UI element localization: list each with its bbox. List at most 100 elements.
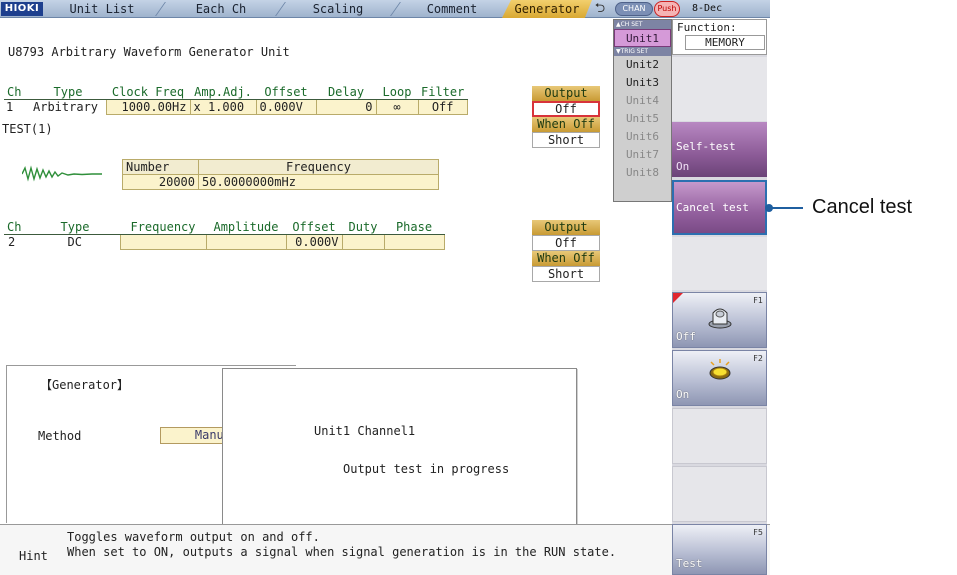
f3-blank-key: [672, 408, 767, 464]
col-duty: Duty: [342, 220, 384, 235]
f1-off-button[interactable]: F1 Off: [672, 292, 767, 348]
hint-label: Hint: [19, 549, 48, 563]
function-value: MEMORY: [685, 35, 765, 50]
unit-item-3[interactable]: Unit3: [614, 74, 671, 92]
ch2-frequency[interactable]: [119, 234, 207, 250]
self-test-label: Self-test: [676, 140, 736, 153]
lamp-off-icon: [708, 308, 732, 329]
waveform-icon: [22, 165, 102, 182]
ch2-amplitude[interactable]: [205, 234, 287, 250]
push-button[interactable]: Push: [654, 1, 680, 17]
ch1-sub-table: Number Frequency 20000 50.0000000mHz: [122, 159, 439, 190]
col-type: Type: [30, 220, 120, 235]
ch1-loop[interactable]: ∞: [375, 99, 419, 115]
output-test-dialog: Unit1 Channel1 Output test in progress: [222, 368, 577, 525]
f5-number: F5: [753, 528, 763, 537]
f2-on-button[interactable]: F2 On: [672, 350, 767, 406]
col-type: Type: [30, 85, 106, 100]
tab-unit-list[interactable]: Unit List: [46, 0, 158, 18]
col-filter: Filter: [418, 85, 468, 100]
col-amp-adj: Amp.Adj.: [190, 85, 256, 100]
tab-generator[interactable]: Generator: [502, 0, 592, 18]
col-ch: Ch: [4, 220, 30, 235]
hint-bar: Hint Toggles waveform output on and off.…: [0, 524, 770, 575]
unit-item-4[interactable]: Unit4: [614, 92, 671, 110]
ch2-ch: 2: [4, 234, 30, 250]
unit-item-6[interactable]: Unit6: [614, 128, 671, 146]
ch2-output-value[interactable]: Off: [532, 235, 600, 251]
col-amplitude: Amplitude: [206, 220, 286, 235]
ch1-when-off-label: When Off: [532, 117, 600, 132]
ch1-ch: 1: [4, 99, 30, 115]
ch1-output-label: Output: [532, 86, 600, 101]
f1-label: Off: [676, 330, 696, 343]
ch2-offset[interactable]: 0.000V: [285, 234, 343, 250]
lamp-on-icon: [709, 359, 731, 380]
unit-item-5[interactable]: Unit5: [614, 110, 671, 128]
ch2-phase[interactable]: [383, 234, 445, 250]
col-offset: Offset: [256, 85, 316, 100]
f2-number: F2: [753, 354, 763, 363]
ch1-output-block: Output Off When Off Short: [532, 86, 600, 148]
cancel-test-label: Cancel test: [676, 201, 749, 214]
ch2-output-label: Output: [532, 220, 600, 235]
ch1-number[interactable]: 20000: [122, 174, 199, 190]
ch1-amp-adj[interactable]: x 1.000: [189, 99, 257, 115]
col-offset: Offset: [286, 220, 342, 235]
unit-title: U8793 Arbitrary Waveform Generator Unit: [8, 45, 290, 59]
generator-title: 【Generator】: [36, 376, 134, 393]
chan-button[interactable]: CHAN: [615, 2, 653, 16]
ch1-when-off-value[interactable]: Short: [532, 132, 600, 148]
hint-line-1: Toggles waveform output on and off.: [67, 530, 320, 544]
ch1-table: Ch Type Clock Freq Amp.Adj. Offset Delay…: [4, 85, 468, 115]
f5-label: Test: [676, 557, 703, 570]
ch1-waveform-file: TEST(1): [2, 122, 53, 136]
ch1-output-value[interactable]: Off: [532, 101, 600, 117]
col-ch: Ch: [4, 85, 30, 100]
ch2-when-off-value[interactable]: Short: [532, 266, 600, 282]
unit-list-dropdown: ▲CH SET Unit1 ▼TRIG SET Unit2 Unit3 Unit…: [613, 19, 672, 202]
ch1-clock-freq[interactable]: 1000.00Hz: [105, 99, 191, 115]
col-clock-freq: Clock Freq: [106, 85, 190, 100]
ch2-type[interactable]: DC: [30, 234, 120, 250]
callout-label: Cancel test: [812, 196, 913, 218]
ch-set-caption: ▲CH SET: [614, 20, 671, 29]
hint-line-2: When set to ON, outputs a signal when si…: [67, 545, 617, 559]
dialog-status-text: Output test in progress: [343, 462, 510, 476]
tab-scaling[interactable]: Scaling: [284, 0, 392, 18]
tab-each-ch[interactable]: Each Ch: [165, 0, 277, 18]
self-test-key[interactable]: Self-test On: [672, 122, 767, 177]
unit-item-7[interactable]: Unit7: [614, 146, 671, 164]
f2-label: On: [676, 388, 690, 401]
cancel-test-button[interactable]: Cancel test: [672, 180, 767, 235]
f1-number: F1: [753, 296, 763, 305]
ch2-duty[interactable]: [341, 234, 385, 250]
col-phase: Phase: [384, 220, 444, 235]
ch2-table: Ch Type Frequency Amplitude Offset Duty …: [4, 220, 445, 250]
unit-item-2[interactable]: Unit2: [614, 56, 671, 74]
fkey-blank: [672, 237, 767, 290]
unit-item-1[interactable]: Unit1: [614, 29, 671, 47]
function-label: Function:: [677, 21, 737, 34]
self-test-state: On: [676, 160, 690, 173]
ch1-frequency[interactable]: 50.0000000mHz: [198, 174, 439, 190]
trig-set-caption: ▼TRIG SET: [614, 47, 671, 56]
ch1-offset[interactable]: 0.000V: [255, 99, 317, 115]
ch2-output-block: Output Off When Off Short: [532, 220, 600, 282]
ch1-filter[interactable]: Off: [417, 99, 468, 115]
ch1-delay[interactable]: 0: [315, 99, 377, 115]
ch1-type[interactable]: Arbitrary: [30, 99, 106, 115]
unit-item-8[interactable]: Unit8: [614, 164, 671, 182]
hioki-logo: HIOKI: [1, 2, 43, 16]
col-frequency: Frequency: [198, 159, 439, 175]
ch2-when-off-label: When Off: [532, 251, 600, 266]
f5-test-button[interactable]: F5 Test: [672, 524, 767, 575]
clock: 8-Dec 11:12:08: [692, 3, 740, 32]
tab-comment[interactable]: Comment: [398, 0, 506, 18]
tab-switch-icon[interactable]: ⮌: [588, 1, 612, 17]
col-frequency: Frequency: [120, 220, 206, 235]
col-loop: Loop: [376, 85, 418, 100]
method-label: Method: [38, 429, 82, 443]
fkey-blank: [672, 57, 767, 121]
col-delay: Delay: [316, 85, 376, 100]
